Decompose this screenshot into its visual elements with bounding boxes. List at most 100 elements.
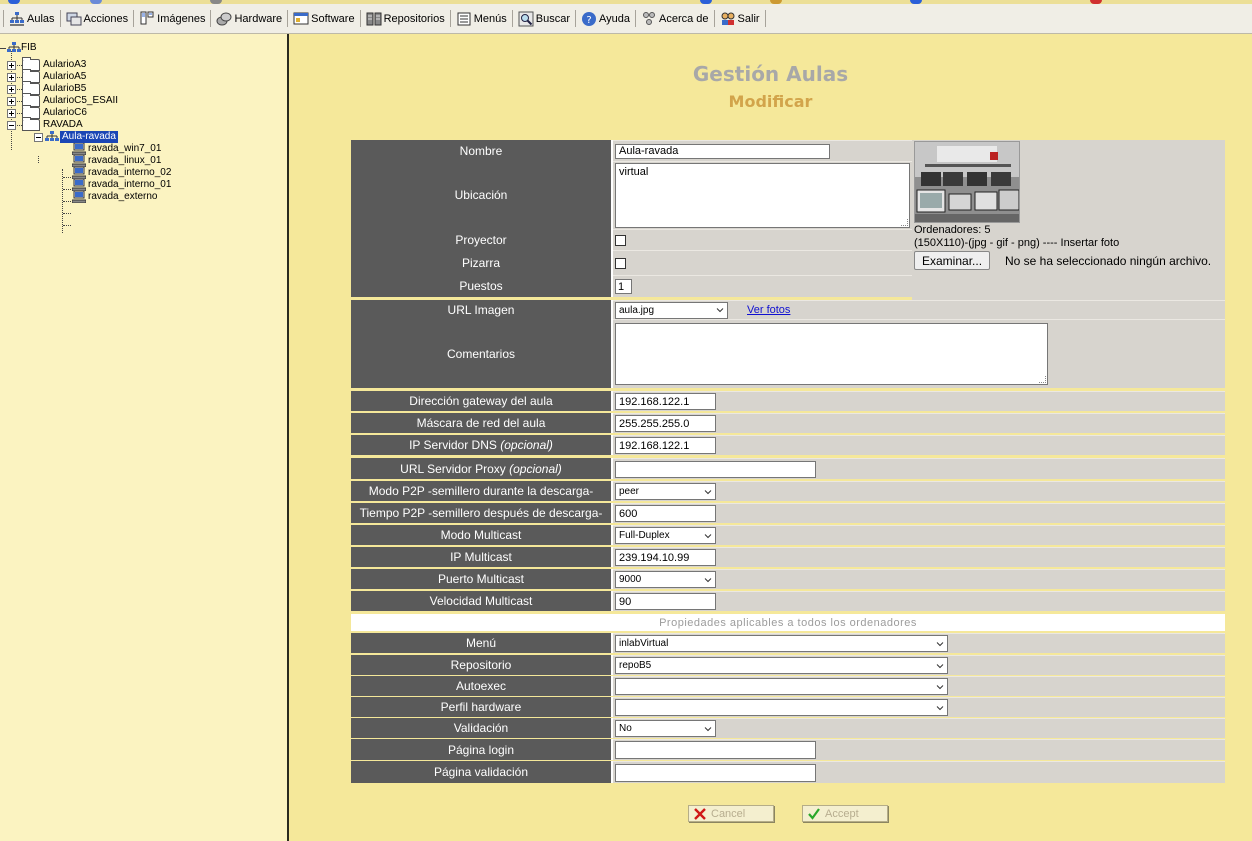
ubicacion-textarea[interactable]: virtual — [615, 163, 910, 228]
mc-ip-input[interactable]: 239.194.10.99 — [615, 549, 716, 566]
photo-panel: Ordenadores: 5 (150X110)-(jpg - gif - pn… — [912, 140, 1225, 300]
row-mc-puerto: Puerto Multicast 9000 — [351, 569, 1225, 589]
perfil-hw-select[interactable] — [615, 699, 948, 716]
label-proxy-text: URL Servidor Proxy — [400, 461, 506, 476]
label-pagina-login: Página login — [351, 739, 613, 760]
tree-folder-aulariob5[interactable]: AularioB5 — [7, 81, 86, 95]
row-dns: IP Servidor DNS (opcional) 192.168.122.1 — [351, 435, 1225, 455]
menu-acciones[interactable]: Acciones — [65, 8, 130, 30]
proyector-checkbox[interactable] — [615, 234, 626, 246]
label-proxy: URL Servidor Proxy (opcional) — [351, 458, 613, 479]
row-mascara: Máscara de red del aula 255.255.255.0 — [351, 413, 1225, 433]
chevron-down-icon — [704, 726, 712, 731]
expand-icon[interactable] — [7, 108, 16, 118]
menu-acciones-label: Acciones — [83, 12, 129, 25]
nombre-input[interactable]: Aula-ravada — [615, 143, 830, 159]
tree-folder-aularioc6[interactable]: AularioC6 — [7, 105, 87, 119]
cancel-button[interactable]: Cancel — [688, 805, 774, 822]
mascara-input[interactable]: 255.255.255.0 — [615, 415, 716, 432]
browse-file-button[interactable]: Examinar... — [914, 251, 991, 270]
collapse-icon[interactable] — [34, 132, 43, 142]
comentarios-textarea[interactable] — [615, 323, 1048, 385]
menu-software[interactable]: Software — [292, 8, 355, 30]
pagina-validacion-input[interactable] — [615, 763, 816, 782]
panel-divider[interactable] — [287, 34, 289, 841]
aulas-icon — [10, 11, 24, 26]
tree-computer[interactable]: ravada_interno_02 — [72, 167, 171, 179]
menu-menus[interactable]: Menús — [455, 8, 508, 30]
tree-computer[interactable]: ravada_win7_01 — [72, 143, 161, 155]
url-imagen-select[interactable]: aula.jpg — [615, 301, 728, 319]
row-comentarios: Comentarios — [351, 319, 1225, 388]
tree-root-label: FIB — [21, 42, 37, 53]
mc-modo-select[interactable]: Full-Duplex — [615, 527, 716, 544]
expand-icon[interactable] — [7, 72, 16, 82]
tree-folder-aularioa5[interactable]: AularioA5 — [7, 69, 86, 83]
label-gateway: Dirección gateway del aula — [351, 391, 613, 411]
label-dns: IP Servidor DNS (opcional) — [351, 435, 613, 455]
menu-salir[interactable]: Salir — [719, 8, 761, 30]
menu-buscar[interactable]: Buscar — [517, 8, 571, 30]
row-perfil-hw: Perfil hardware — [351, 697, 1225, 717]
collapse-icon[interactable] — [7, 120, 16, 130]
computer-icon — [72, 155, 86, 167]
tree-computer[interactable]: ravada_interno_01 — [72, 179, 171, 191]
menu-repositorios[interactable]: Repositorios — [365, 8, 446, 30]
gateway-input[interactable]: 192.168.122.1 — [615, 393, 716, 410]
chevron-down-icon — [936, 663, 944, 668]
p2p-modo-select[interactable]: peer — [615, 483, 716, 500]
ver-fotos-link[interactable]: Ver fotos — [747, 304, 790, 316]
tree-folder-ravada[interactable]: RAVADA — [7, 117, 83, 131]
menu-imagenes[interactable]: Imágenes — [138, 8, 206, 30]
repositorios-icon — [366, 12, 382, 25]
tree-folder-label: AularioA3 — [43, 59, 87, 70]
proxy-input[interactable] — [615, 460, 816, 478]
label-pagina-validacion: Página validación — [351, 761, 613, 783]
software-icon — [293, 12, 309, 24]
tree-computer[interactable]: ravada_linux_01 — [72, 155, 161, 167]
tree-computer-label: ravada_interno_02 — [88, 167, 172, 178]
tree-folder-aularioa3[interactable]: AularioA3 — [7, 57, 87, 71]
row-pagina-login: Página login — [351, 739, 1225, 760]
menu-hardware[interactable]: Hardware — [215, 8, 283, 30]
label-comentarios: Comentarios — [351, 319, 613, 388]
chevron-down-icon — [936, 705, 944, 710]
tree-aula-ravada[interactable]: Aula-ravada — [34, 131, 118, 143]
tree-selected-label: Aula-ravada — [60, 131, 118, 143]
autoexec-select[interactable] — [615, 678, 948, 695]
p2p-tiempo-input[interactable]: 600 — [615, 505, 716, 522]
tree-root[interactable]: FIB — [0, 42, 37, 54]
menu-imagenes-label: Imágenes — [157, 12, 206, 25]
validacion-select[interactable]: No — [615, 720, 716, 737]
row-mc-velocidad: Velocidad Multicast 90 — [351, 591, 1225, 611]
menu-ayuda[interactable]: ? Ayuda — [580, 8, 631, 30]
cancel-button-label: Cancel — [711, 807, 746, 820]
repositorio-select[interactable]: repoB5 — [615, 657, 948, 674]
mc-puerto-select[interactable]: 9000 — [615, 571, 716, 588]
puestos-input[interactable]: 1 — [615, 279, 632, 294]
ubicacion-value: virtual — [619, 166, 649, 178]
pagina-login-input[interactable] — [615, 741, 816, 759]
tree-folder-label: AularioC6 — [43, 107, 87, 118]
expand-icon[interactable] — [7, 60, 16, 70]
expand-icon[interactable] — [7, 96, 16, 106]
menu-menus-label: Menús — [473, 12, 507, 25]
dns-input[interactable]: 192.168.122.1 — [615, 437, 716, 454]
computers-count: Ordenadores: 5 — [914, 224, 991, 236]
mc-velocidad-input[interactable]: 90 — [615, 593, 716, 610]
row-gateway: Dirección gateway del aula 192.168.122.1 — [351, 391, 1225, 411]
folder-icon — [22, 117, 40, 131]
menu-aulas[interactable]: Aulas — [8, 8, 56, 30]
row-mc-ip: IP Multicast 239.194.10.99 — [351, 547, 1225, 567]
resize-grip-icon[interactable] — [901, 219, 908, 226]
menu-acerca[interactable]: Acerca de — [640, 8, 710, 30]
resize-grip-icon[interactable] — [1039, 376, 1046, 383]
pizarra-checkbox[interactable] — [615, 257, 626, 269]
menu-select[interactable]: inlabVirtual — [615, 635, 948, 652]
label-dns-optional: (opcional) — [500, 438, 553, 452]
tree-computer[interactable]: ravada_externo — [72, 191, 158, 203]
accept-button[interactable]: Accept — [802, 805, 888, 822]
row-repositorio: Repositorio repoB5 — [351, 655, 1225, 675]
p2p-modo-value: peer — [619, 486, 640, 497]
expand-icon[interactable] — [7, 84, 16, 94]
